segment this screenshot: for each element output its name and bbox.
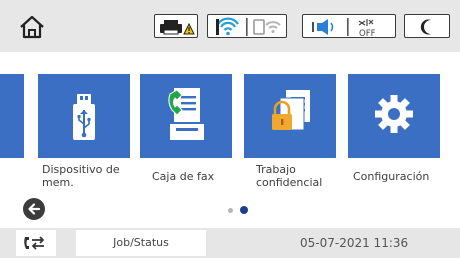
home-icon[interactable] bbox=[18, 14, 46, 40]
app-tile-confidential-job[interactable] bbox=[244, 74, 336, 158]
fax-arrows-icon bbox=[24, 236, 45, 250]
svg-text:OFF: OFF bbox=[359, 29, 376, 39]
app-label-settings: Configuración bbox=[353, 170, 430, 183]
fax-send-receive-button[interactable] bbox=[16, 230, 56, 256]
app-label-confidential-job-line1: Trabajo bbox=[256, 163, 296, 176]
wifi-direct-icon bbox=[253, 19, 281, 35]
page-dot-2-active bbox=[240, 206, 248, 214]
fax-box-icon bbox=[168, 88, 204, 140]
sound-status-button[interactable]: OFF bbox=[302, 14, 396, 39]
printer-control-panel: OFF Dispositivo de mem. Caja de fax Trab… bbox=[0, 0, 460, 258]
app-tile-fax-box[interactable] bbox=[140, 74, 232, 158]
gear-icon bbox=[375, 95, 413, 133]
app-label-confidential-job-line2: confidencial bbox=[256, 176, 323, 189]
app-tile-settings[interactable] bbox=[348, 74, 440, 158]
off-icon: OFF bbox=[358, 19, 376, 39]
sound-icon bbox=[312, 19, 334, 35]
app-label-memory-device-line1: Dispositivo de bbox=[42, 163, 120, 176]
usb-icon bbox=[73, 94, 95, 140]
app-label-fax-box: Caja de fax bbox=[152, 170, 215, 183]
app-label-memory-device-line2: mem. bbox=[42, 176, 74, 189]
network-status-button[interactable] bbox=[207, 14, 287, 38]
wifi-icon bbox=[216, 17, 239, 36]
app-tile-partial[interactable] bbox=[0, 74, 24, 158]
datetime-display: 05-07-2021 11:36 bbox=[300, 236, 409, 250]
printer-status-button[interactable] bbox=[154, 14, 198, 38]
night-mode-icon bbox=[420, 19, 431, 35]
back-arrow-icon[interactable] bbox=[22, 197, 46, 221]
job-status-button[interactable]: Job/Status bbox=[76, 230, 206, 256]
printer-warning-icon bbox=[160, 20, 195, 35]
night-mode-button[interactable] bbox=[404, 14, 450, 38]
app-tile-memory-device[interactable] bbox=[38, 74, 130, 158]
confidential-job-icon bbox=[272, 90, 310, 131]
page-dot-1 bbox=[228, 208, 233, 213]
